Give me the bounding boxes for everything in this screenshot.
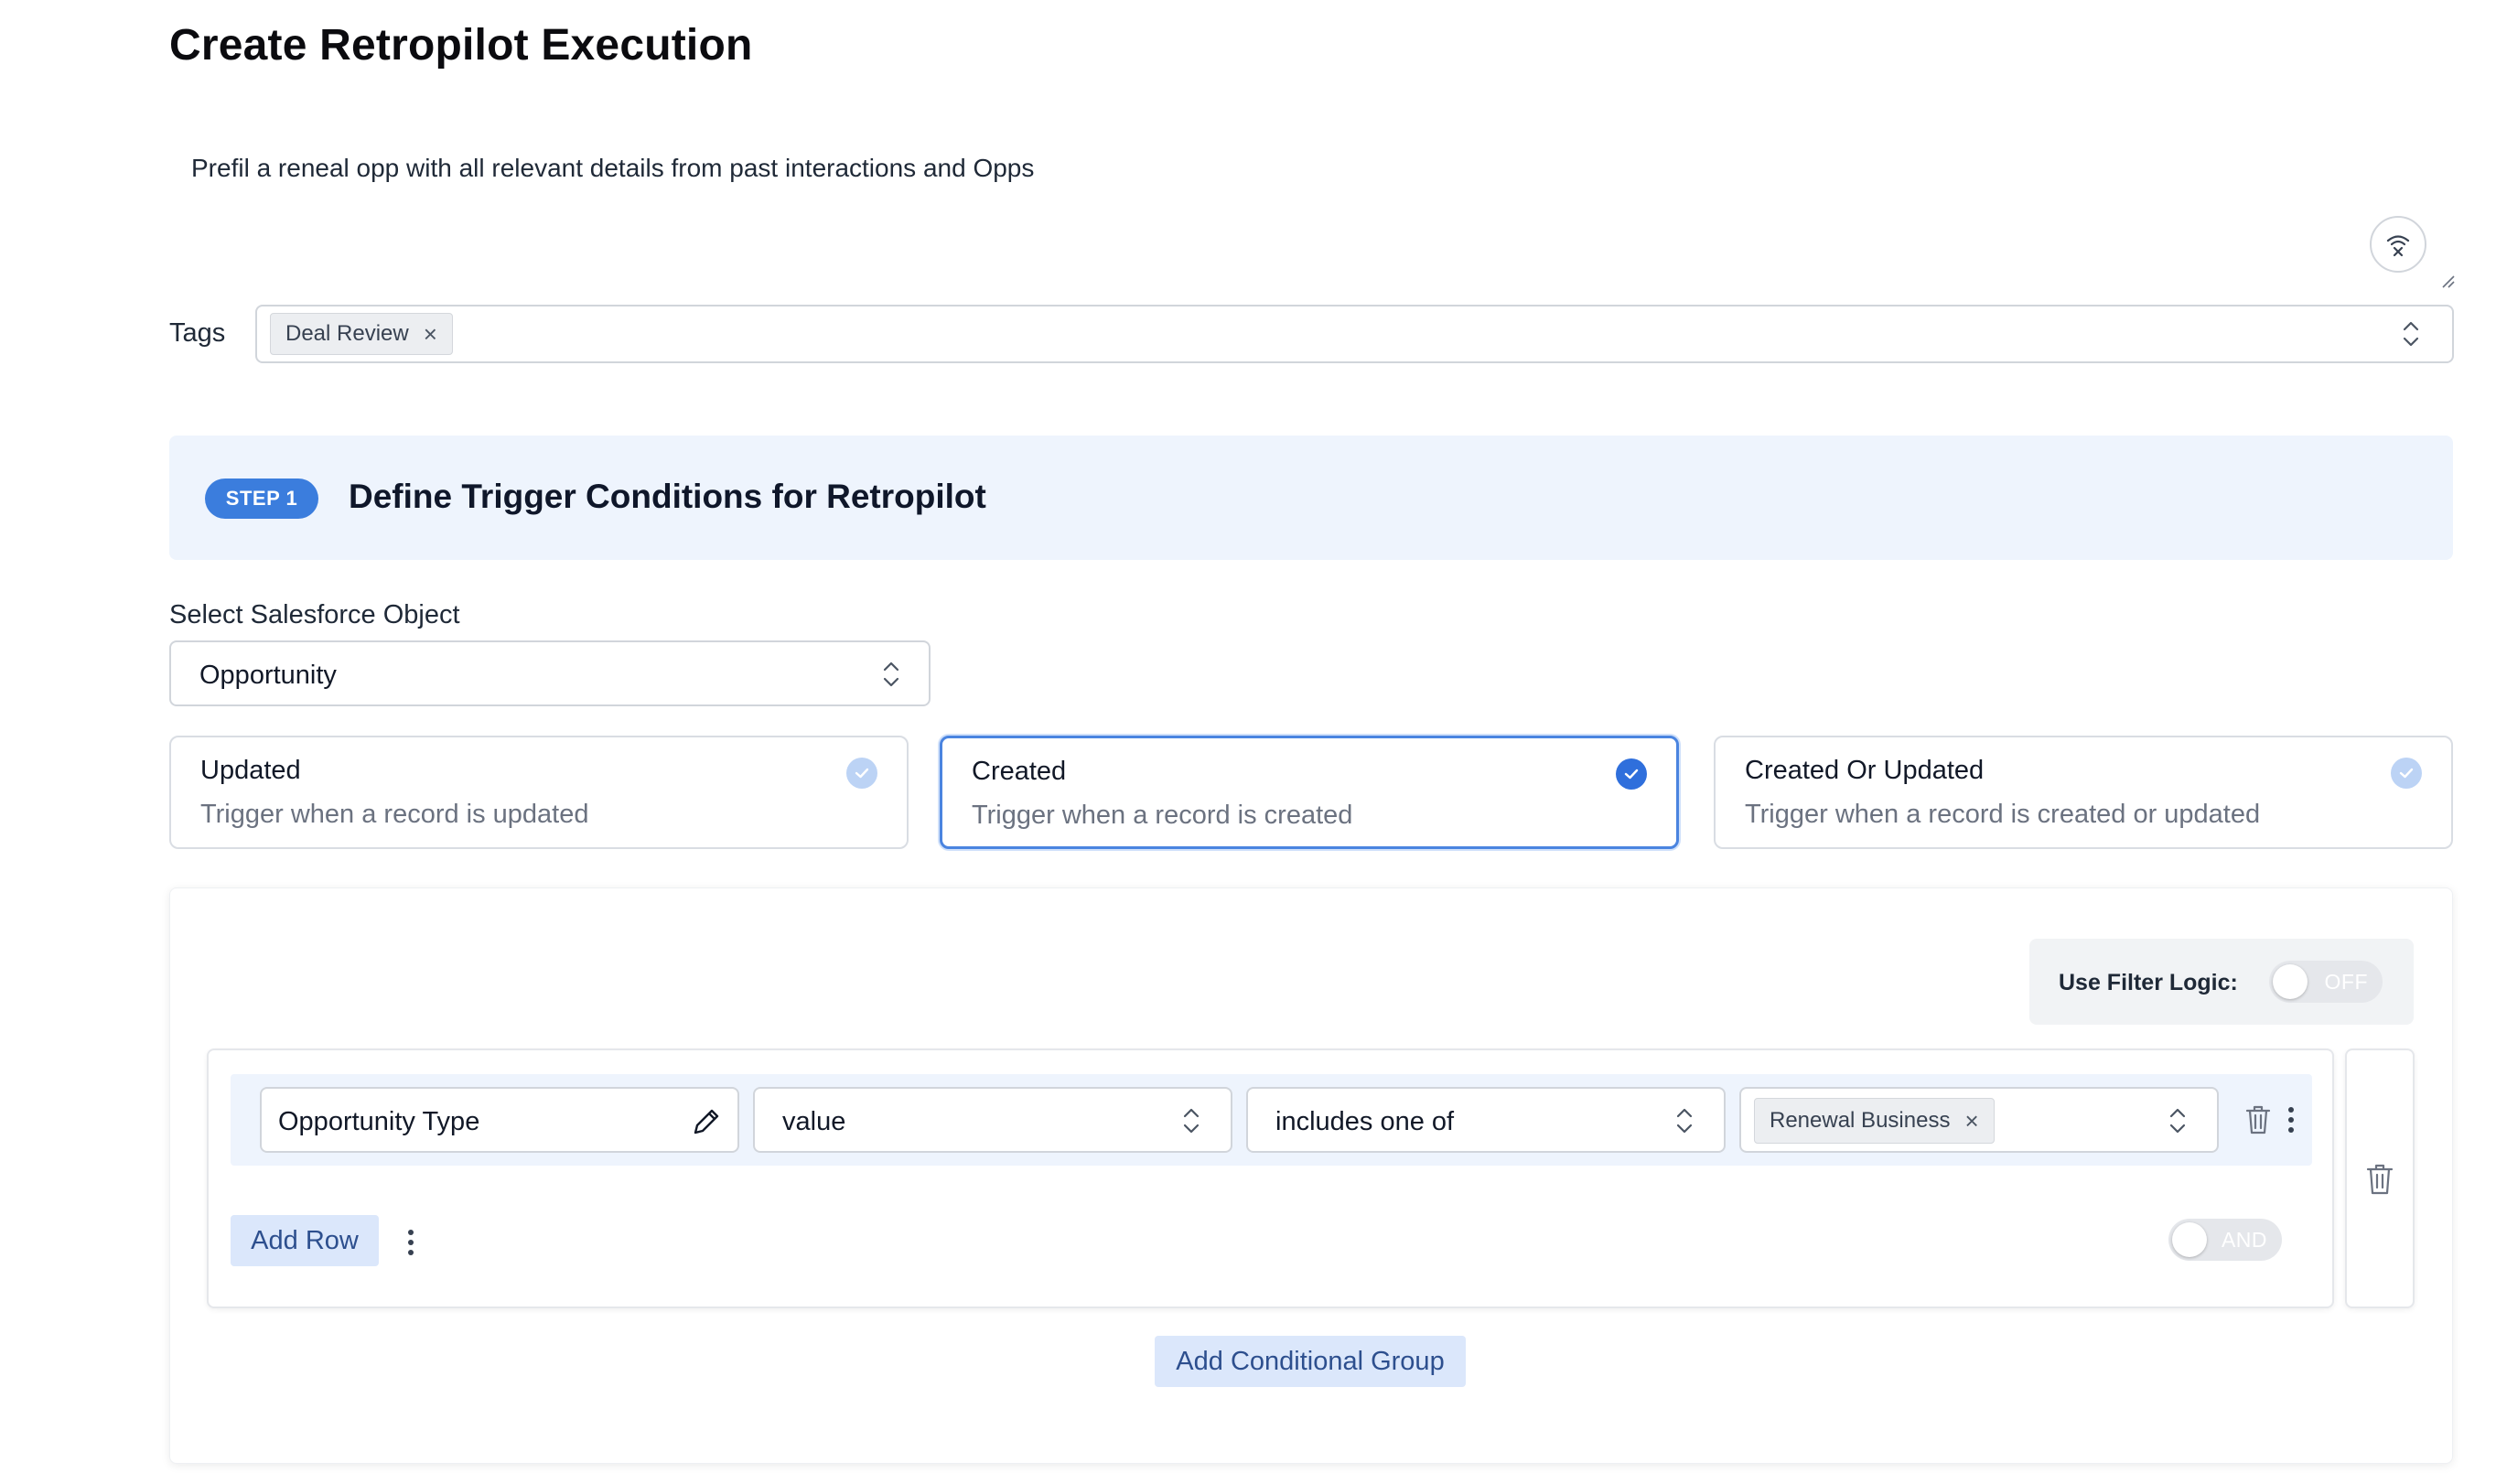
check-circle-icon xyxy=(846,758,877,789)
pencil-icon[interactable] xyxy=(688,1103,725,1140)
tags-select[interactable]: Deal Review × xyxy=(255,305,2454,363)
trigger-subtitle: Trigger when a record is updated xyxy=(200,800,589,829)
wifi-off-icon xyxy=(2386,235,2410,257)
trigger-subtitle: Trigger when a record is created or upda… xyxy=(1745,800,2261,829)
tags-label: Tags xyxy=(169,318,226,348)
salesforce-object-select[interactable]: Opportunity xyxy=(169,640,931,706)
step-title: Define Trigger Conditions for Retropilot xyxy=(349,478,986,515)
chevron-updown-icon xyxy=(2169,1108,2186,1134)
condition-field-value: Opportunity Type xyxy=(278,1107,480,1136)
add-conditional-group-button[interactable]: Add Conditional Group xyxy=(1155,1336,1466,1387)
filter-logic-label: Use Filter Logic: xyxy=(2059,970,2238,995)
resize-handle-icon[interactable] xyxy=(2437,271,2456,289)
trigger-title: Updated xyxy=(200,756,301,785)
salesforce-object-value: Opportunity xyxy=(199,661,337,690)
trigger-card-created[interactable]: Created Trigger when a record is created xyxy=(940,736,1679,849)
trigger-card-updated[interactable]: Updated Trigger when a record is updated xyxy=(169,736,909,849)
condition-operator-select[interactable]: includes one of xyxy=(1246,1087,1726,1153)
toggle-state-label: OFF xyxy=(2324,970,2368,994)
toggle-knob xyxy=(2273,964,2308,999)
step-badge: STEP 1 xyxy=(205,479,318,519)
condition-source-value: value xyxy=(782,1107,846,1136)
group-join-toggle[interactable]: AND xyxy=(2168,1219,2282,1261)
group-more-icon[interactable] xyxy=(405,1226,416,1259)
remove-tag-icon[interactable]: × xyxy=(424,322,437,346)
trigger-card-created-or-updated[interactable]: Created Or Updated Trigger when a record… xyxy=(1714,736,2453,849)
salesforce-object-label: Select Salesforce Object xyxy=(169,600,460,629)
chevron-updown-icon xyxy=(2403,321,2419,347)
condition-operator-value: includes one of xyxy=(1275,1107,1455,1136)
condition-source-select[interactable]: value xyxy=(753,1087,1232,1153)
filter-logic-control: Use Filter Logic: OFF xyxy=(2029,939,2414,1025)
chevron-updown-icon xyxy=(1676,1108,1693,1134)
delete-group-icon[interactable] xyxy=(2364,1162,2395,1197)
add-row-button[interactable]: Add Row xyxy=(231,1215,379,1266)
voice-input-button[interactable] xyxy=(2370,216,2426,273)
trigger-title: Created xyxy=(972,757,1067,786)
value-chip: Renewal Business × xyxy=(1754,1098,1995,1144)
tag-chip-label: Deal Review xyxy=(285,321,409,346)
page-title: Create Retropilot Execution xyxy=(169,21,753,70)
description-text: Prefil a reneal opp with all relevant de… xyxy=(191,154,1035,182)
description-textarea[interactable] xyxy=(169,128,2453,293)
remove-value-icon[interactable]: × xyxy=(1964,1109,1978,1133)
filter-logic-toggle[interactable]: OFF xyxy=(2269,961,2383,1003)
check-circle-icon xyxy=(1616,758,1647,790)
row-more-icon[interactable] xyxy=(2286,1103,2297,1136)
trigger-subtitle: Trigger when a record is created xyxy=(972,801,1353,830)
chevron-updown-icon xyxy=(1183,1108,1200,1134)
check-circle-icon xyxy=(2391,758,2422,789)
tag-chip: Deal Review × xyxy=(270,313,453,355)
value-chip-label: Renewal Business xyxy=(1770,1108,1951,1133)
toggle-state-label: AND xyxy=(2221,1228,2267,1252)
condition-values-select[interactable]: Renewal Business × xyxy=(1739,1087,2219,1153)
trigger-title: Created Or Updated xyxy=(1745,756,1985,785)
chevron-updown-icon xyxy=(883,661,899,687)
toggle-knob xyxy=(2172,1222,2207,1257)
delete-row-icon[interactable] xyxy=(2243,1103,2273,1136)
condition-field-input[interactable]: Opportunity Type xyxy=(260,1087,739,1153)
